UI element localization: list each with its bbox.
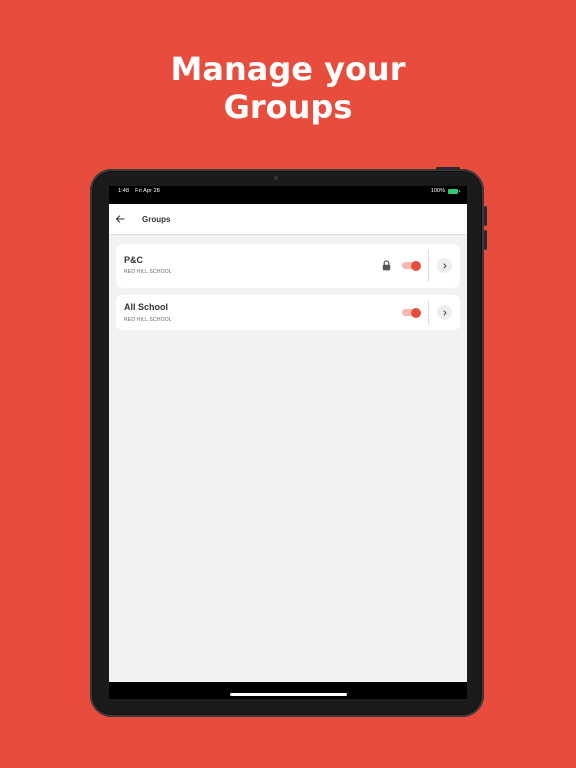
front-camera <box>274 176 278 180</box>
status-left: 1:48 Fri Apr 28 <box>118 188 166 194</box>
status-date: Fri Apr 28 <box>135 188 160 194</box>
nav-bar: Groups <box>109 204 467 235</box>
headline: Manage your Groups <box>0 50 576 126</box>
group-details-button[interactable] <box>437 305 452 320</box>
toggle-knob <box>411 307 421 318</box>
group-enabled-toggle[interactable] <box>402 307 421 318</box>
group-card-all-school[interactable]: All School RED HILL SCHOOL <box>116 295 460 330</box>
device-volume-down-button <box>484 230 487 250</box>
arrow-left-icon <box>115 215 125 223</box>
group-details-button[interactable] <box>437 258 452 273</box>
page-title: Groups <box>142 215 171 224</box>
status-time: 1:48 <box>118 188 130 194</box>
battery-icon <box>448 188 460 194</box>
headline-line-2: Groups <box>223 88 353 126</box>
card-divider <box>428 301 429 325</box>
app-content: Groups P&C RED HILL SCHOOL All School RE… <box>109 204 467 682</box>
group-card-pc[interactable]: P&C RED HILL SCHOOL <box>116 244 460 288</box>
group-school: RED HILL SCHOOL <box>124 269 172 275</box>
group-name: P&C <box>124 255 144 265</box>
card-divider <box>428 250 429 282</box>
lock-icon <box>382 260 391 271</box>
device-volume-up-button <box>484 206 487 226</box>
headline-line-1: Manage your <box>170 50 406 88</box>
home-indicator[interactable] <box>230 693 347 696</box>
group-name: All School <box>124 302 169 312</box>
status-bar: 1:48 Fri Apr 28 100% <box>109 186 467 204</box>
toggle-knob <box>411 260 421 271</box>
group-enabled-toggle[interactable] <box>402 260 421 271</box>
chevron-right-icon <box>443 310 446 315</box>
back-button[interactable] <box>113 212 127 226</box>
device-top-button <box>436 167 460 170</box>
group-school: RED HILL SCHOOL <box>124 317 172 323</box>
status-right: 100% <box>430 188 460 194</box>
battery-percent: 100% <box>430 188 445 194</box>
chevron-right-icon <box>443 263 446 268</box>
device-screen: 1:48 Fri Apr 28 100% Groups P&C RED HILL … <box>109 186 467 699</box>
